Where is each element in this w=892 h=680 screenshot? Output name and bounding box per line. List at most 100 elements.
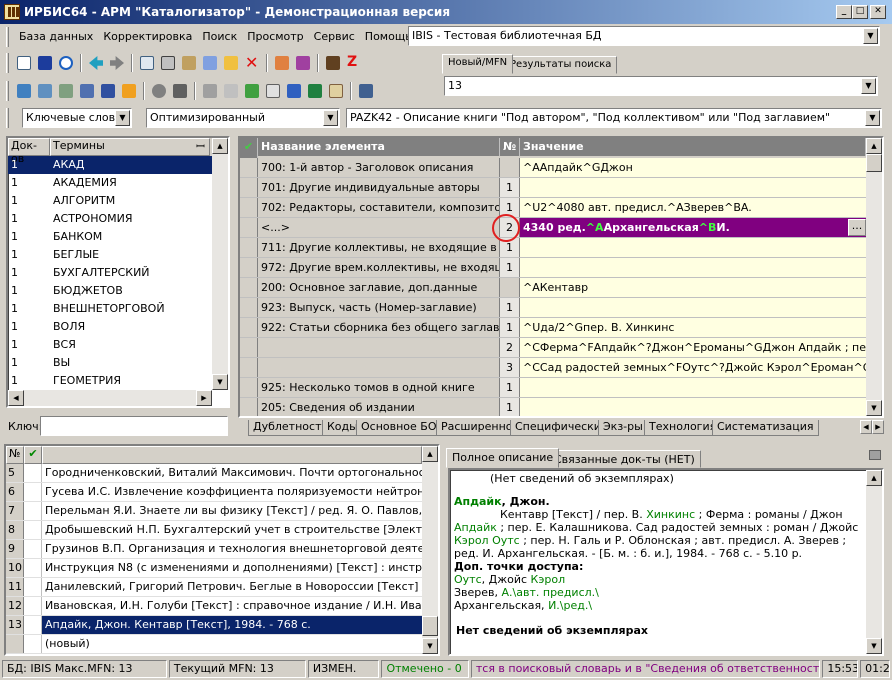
- editor-row[interactable]: 701: Другие индивидуальные авторы 1: [240, 178, 882, 198]
- worksheet-select[interactable]: PAZK42 - Описание книги "Под автором", "…: [346, 108, 882, 128]
- result-check[interactable]: [24, 464, 42, 482]
- result-check[interactable]: [24, 559, 42, 577]
- mfn-input[interactable]: 13 ▼: [444, 76, 878, 96]
- oates-link[interactable]: Кэрол Оутс: [454, 534, 520, 547]
- field-value[interactable]: ^Uда/2^Gпер. В. Хинкинс: [520, 318, 866, 337]
- result-check[interactable]: [24, 578, 42, 596]
- edit-icon[interactable]: [222, 54, 240, 72]
- undo-icon[interactable]: [57, 54, 75, 72]
- film-icon[interactable]: [324, 54, 342, 72]
- dict-row[interactable]: 1 БЕГЛЫЕ: [8, 246, 228, 264]
- maximize-button[interactable]: □: [852, 5, 868, 19]
- result-row[interactable]: 6 Гусева И.С. Извлечение коэффициента пол…: [6, 483, 438, 502]
- chevron-down-icon[interactable]: ▼: [323, 110, 338, 126]
- message-icon[interactable]: [78, 82, 96, 100]
- search-doc-icon[interactable]: [36, 82, 54, 100]
- results-scrollbar[interactable]: ▲ ▼: [422, 446, 438, 654]
- chevron-down-icon[interactable]: ▼: [863, 28, 878, 44]
- dict-row[interactable]: 1 ВНЕШНЕТОРГОВОЙ: [8, 300, 228, 318]
- access-oates[interactable]: Оутс: [454, 573, 482, 586]
- word-icon[interactable]: [285, 82, 303, 100]
- editor-row[interactable]: 925: Несколько томов в одной книге 1: [240, 378, 882, 398]
- copy-icon[interactable]: [138, 54, 156, 72]
- close-button[interactable]: ✕: [870, 5, 886, 19]
- result-check[interactable]: [24, 502, 42, 520]
- list-icon[interactable]: [201, 54, 219, 72]
- tab-new-mfn[interactable]: Новый/MFN: [442, 54, 514, 74]
- access-arkh-role[interactable]: И.\ред.\: [548, 599, 592, 612]
- result-row[interactable]: 12 Ивановская, И.Н. Голуби [Текст] : спра…: [6, 597, 438, 616]
- result-check[interactable]: [24, 521, 42, 539]
- tab-linked-docs[interactable]: Связанные док-ты (НЕТ): [548, 450, 701, 468]
- dict-row[interactable]: 1 БЮДЖЕТОВ: [8, 282, 228, 300]
- tab-3[interactable]: Основное БО: [356, 420, 442, 436]
- check-icon[interactable]: ✔: [240, 138, 258, 158]
- menu-search[interactable]: Поиск: [197, 28, 242, 46]
- field-value[interactable]: ^AАпдайк^GДжон: [520, 158, 866, 177]
- author-link-2[interactable]: Апдайк: [454, 521, 497, 534]
- chevron-down-icon[interactable]: ▼: [115, 110, 130, 126]
- menu-database[interactable]: База данных: [14, 28, 98, 46]
- pin-icon[interactable]: ꟷ: [196, 139, 205, 154]
- dict-header-count[interactable]: Док-ов: [8, 138, 50, 165]
- editor-scrollbar[interactable]: ▲ ▼: [866, 138, 882, 416]
- result-row[interactable]: 10 Инструкция N8 (с изменениями и дополне…: [6, 559, 438, 578]
- dict-row[interactable]: 1 ВСЯ: [8, 336, 228, 354]
- dict-hscrollbar[interactable]: ◀ ▶: [8, 390, 212, 406]
- chat-icon[interactable]: [15, 82, 33, 100]
- editor-row[interactable]: 972: Другие врем.коллективы, не входящие…: [240, 258, 882, 278]
- editor-row[interactable]: 702: Редакторы, составители, композиторы…: [240, 198, 882, 218]
- chevron-down-icon[interactable]: ▼: [861, 78, 876, 94]
- database-select[interactable]: IBIS - Тестовая библиотечная БД ▼: [408, 26, 880, 46]
- field-occurrence[interactable]: 1: [500, 178, 520, 197]
- dict-row[interactable]: 1 АКАД: [8, 156, 228, 174]
- field-occurrence[interactable]: 1: [500, 378, 520, 397]
- tab-full-description[interactable]: Полное описание: [446, 448, 560, 468]
- dict-scrollbar[interactable]: ▲ ▼: [212, 138, 228, 390]
- stack-icon[interactable]: [171, 82, 189, 100]
- field-occurrence[interactable]: 1: [500, 398, 520, 416]
- result-check[interactable]: [24, 616, 42, 634]
- dict-row[interactable]: 1 БАНКОМ: [8, 228, 228, 246]
- field-occurrence[interactable]: 3: [500, 358, 520, 377]
- editor-row[interactable]: 3 ^CСад радостей земных^FОутс^?Джойс Кэро…: [240, 358, 882, 378]
- key-input[interactable]: [40, 416, 228, 436]
- result-check[interactable]: [24, 483, 42, 501]
- save-icon[interactable]: [36, 54, 54, 72]
- field-value[interactable]: ^U2^4080 авт. предисл.^AЗверев^BA.: [520, 198, 866, 217]
- dict-row[interactable]: 1 ВЫ: [8, 354, 228, 372]
- dict-row[interactable]: 1 АКАДЕМИЯ: [8, 174, 228, 192]
- result-row[interactable]: (новый): [6, 635, 438, 654]
- grid-icon[interactable]: [159, 54, 177, 72]
- tab-8[interactable]: Систематизация: [712, 420, 819, 436]
- field-value[interactable]: ^AКентавр: [520, 278, 866, 297]
- translator-link[interactable]: Хинкинс: [646, 508, 695, 521]
- paste-icon[interactable]: [180, 54, 198, 72]
- description-scrollbar[interactable]: ▲ ▼: [866, 470, 882, 654]
- result-check[interactable]: [24, 540, 42, 558]
- forward-arrow-icon[interactable]: [108, 54, 126, 72]
- z3950-icon[interactable]: Z: [345, 54, 363, 72]
- new-document-icon[interactable]: [15, 54, 33, 72]
- result-check[interactable]: [24, 635, 42, 653]
- binoculars-icon[interactable]: [99, 82, 117, 100]
- excel-icon[interactable]: [306, 82, 324, 100]
- field-occurrence[interactable]: 2: [500, 338, 520, 357]
- field-value[interactable]: [520, 298, 866, 317]
- field-value-editing[interactable]: 4340 ред.^AАрхангельская^BИ....: [520, 218, 866, 237]
- tab-scroll-left[interactable]: ◀: [860, 420, 872, 434]
- tab-7[interactable]: Технология: [644, 420, 722, 436]
- tab-1[interactable]: Дублетность: [248, 420, 333, 436]
- editor-row[interactable]: 922: Статьи сборника без общего заглавия…: [240, 318, 882, 338]
- dict-row[interactable]: 1 ГЕОМЕТРИЯ: [8, 372, 228, 390]
- delete-icon[interactable]: ✕: [243, 54, 261, 72]
- table-icon[interactable]: [327, 82, 345, 100]
- result-row[interactable]: 11 Данилевский, Григорий Петрович. Беглые…: [6, 578, 438, 597]
- minimize-button[interactable]: _: [836, 5, 852, 19]
- menu-correction[interactable]: Корректировка: [98, 28, 197, 46]
- editor-row[interactable]: 205: Сведения об издании 1: [240, 398, 882, 416]
- back-arrow-icon[interactable]: [87, 54, 105, 72]
- author-link[interactable]: Апдайк: [454, 495, 502, 508]
- result-row[interactable]: 7 Перельман Я.И. Знаете ли вы физику [Тек…: [6, 502, 438, 521]
- tab-scroll-right[interactable]: ▶: [872, 420, 884, 434]
